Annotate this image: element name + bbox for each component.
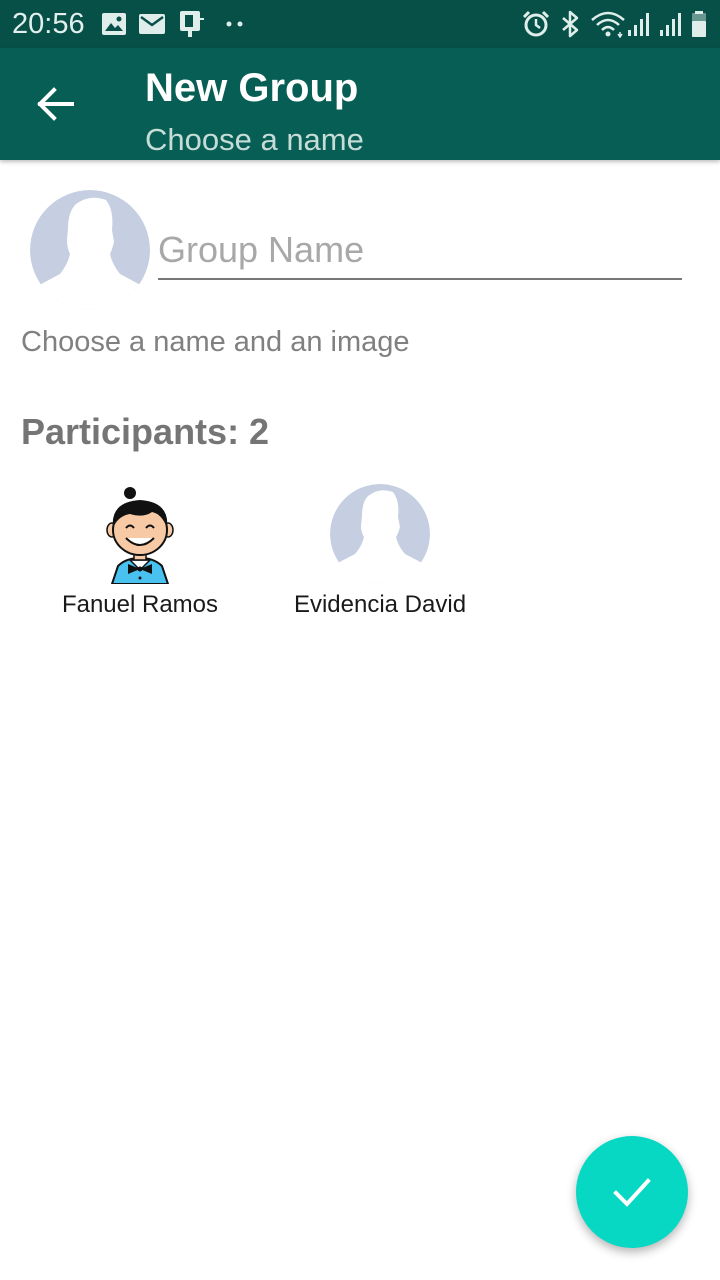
- page-subtitle: Choose a name: [145, 122, 364, 157]
- hint-text: Choose a name and an image: [21, 326, 410, 358]
- wifi-icon: [591, 11, 625, 38]
- more-dots-icon: [226, 21, 243, 27]
- participant-item[interactable]: Fanuel Ramos: [40, 484, 240, 620]
- image-icon: [102, 13, 126, 35]
- group-avatar-picker[interactable]: [30, 190, 150, 310]
- bluetooth-icon: [562, 10, 579, 38]
- arrow-back-icon: [37, 87, 74, 121]
- group-name-input[interactable]: [158, 222, 682, 280]
- participant-name: Fanuel Ramos: [61, 591, 219, 618]
- participant-name: Evidencia David: [293, 591, 467, 618]
- confirm-fab-button[interactable]: [576, 1136, 688, 1248]
- default-avatar-icon: [330, 484, 430, 584]
- page-title: New Group: [145, 66, 359, 110]
- participant-item[interactable]: Evidencia David: [280, 484, 480, 620]
- participants-count: Participants: 2: [21, 411, 270, 452]
- default-avatar-icon: [30, 190, 150, 310]
- mail-icon: [139, 14, 165, 34]
- device-icon: [180, 11, 204, 37]
- back-button[interactable]: [24, 76, 88, 132]
- status-bar: 20:56: [0, 0, 720, 48]
- signal-icon: [628, 13, 649, 36]
- toolbar: New Group Choose a name: [0, 48, 720, 160]
- signal-icon: [660, 13, 681, 36]
- alarm-icon: [522, 10, 550, 37]
- cartoon-boy-avatar-icon: [106, 487, 174, 584]
- status-time: 20:56: [12, 8, 85, 40]
- check-icon: [613, 1178, 651, 1207]
- battery-icon: [692, 11, 706, 37]
